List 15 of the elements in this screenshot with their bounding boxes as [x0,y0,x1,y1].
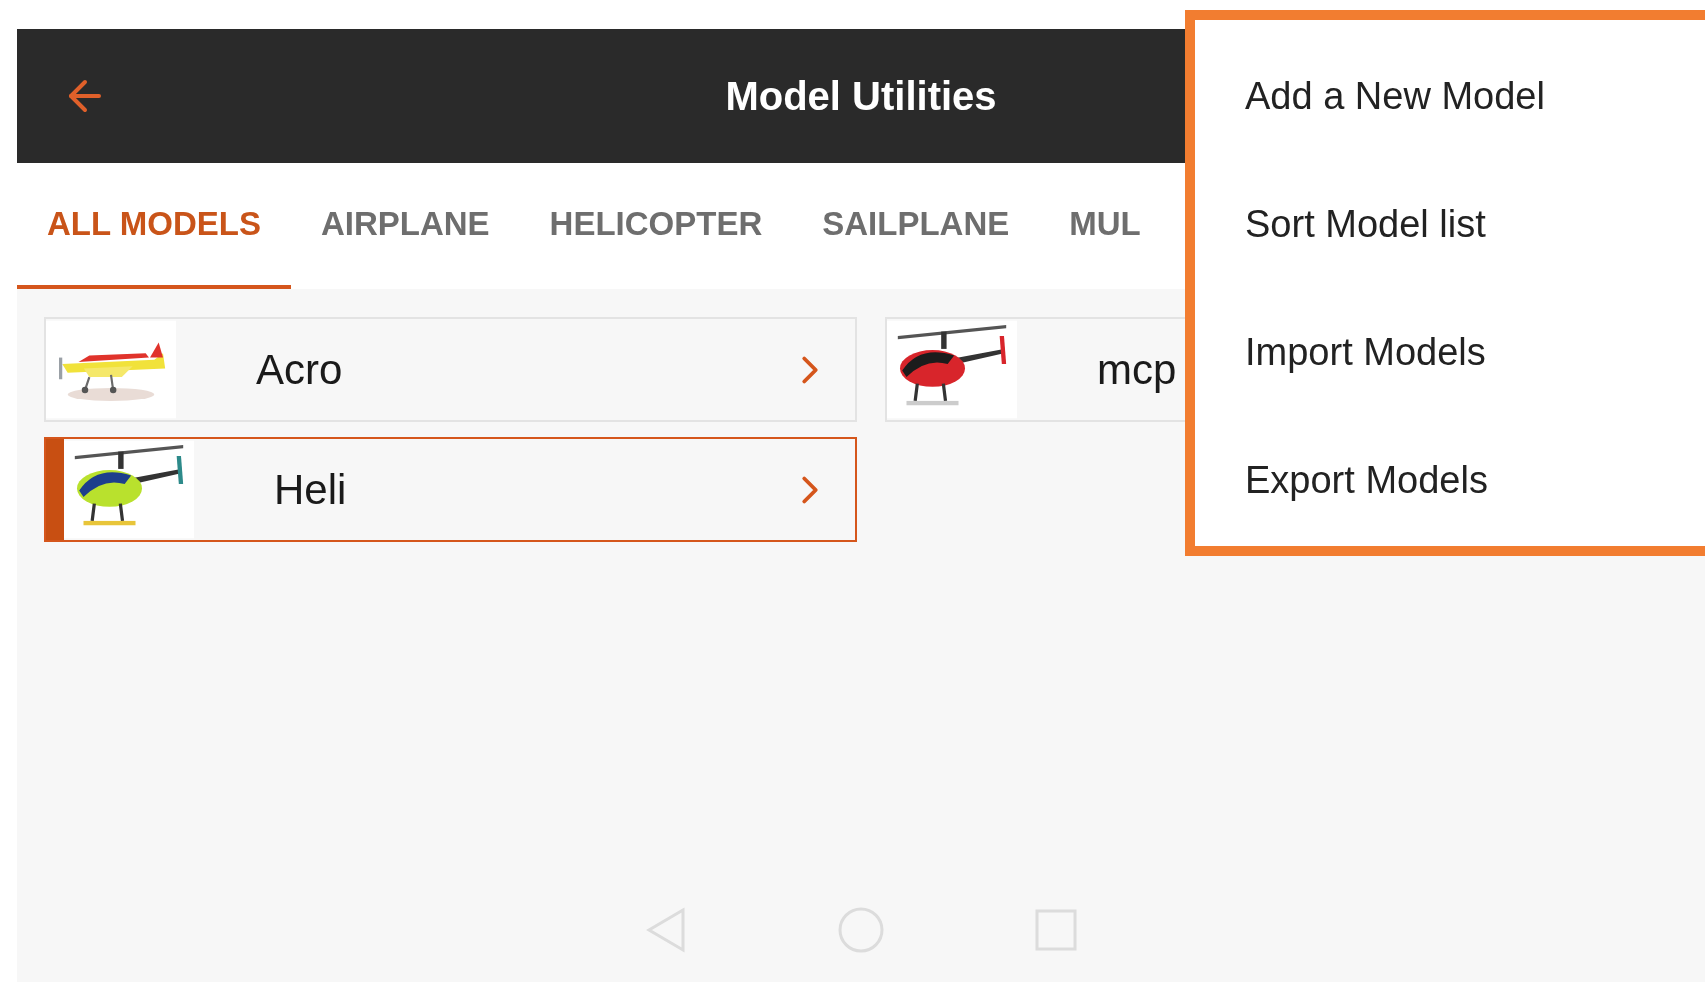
back-nav-icon[interactable] [645,906,687,954]
screen-title: Model Utilities [725,73,997,120]
menu-item[interactable]: Export Models [1245,448,1488,512]
category-tab[interactable]: ALL MODELS [17,163,291,289]
menu-item[interactable]: Add a New Model [1245,64,1545,128]
home-nav-icon[interactable] [837,906,885,954]
category-tab[interactable]: SAILPLANE [792,163,1040,289]
model-card[interactable]: Heli [44,437,857,542]
recents-nav-icon[interactable] [1035,909,1077,951]
category-tab[interactable]: AIRPLANE [290,163,520,289]
model-card[interactable]: Acro [44,317,857,422]
category-tab[interactable]: MUL [1039,163,1171,289]
menu-item[interactable]: Import Models [1245,320,1486,384]
menu-item[interactable]: Sort Model list [1245,192,1486,256]
category-tab[interactable]: HELICOPTER [519,163,793,289]
